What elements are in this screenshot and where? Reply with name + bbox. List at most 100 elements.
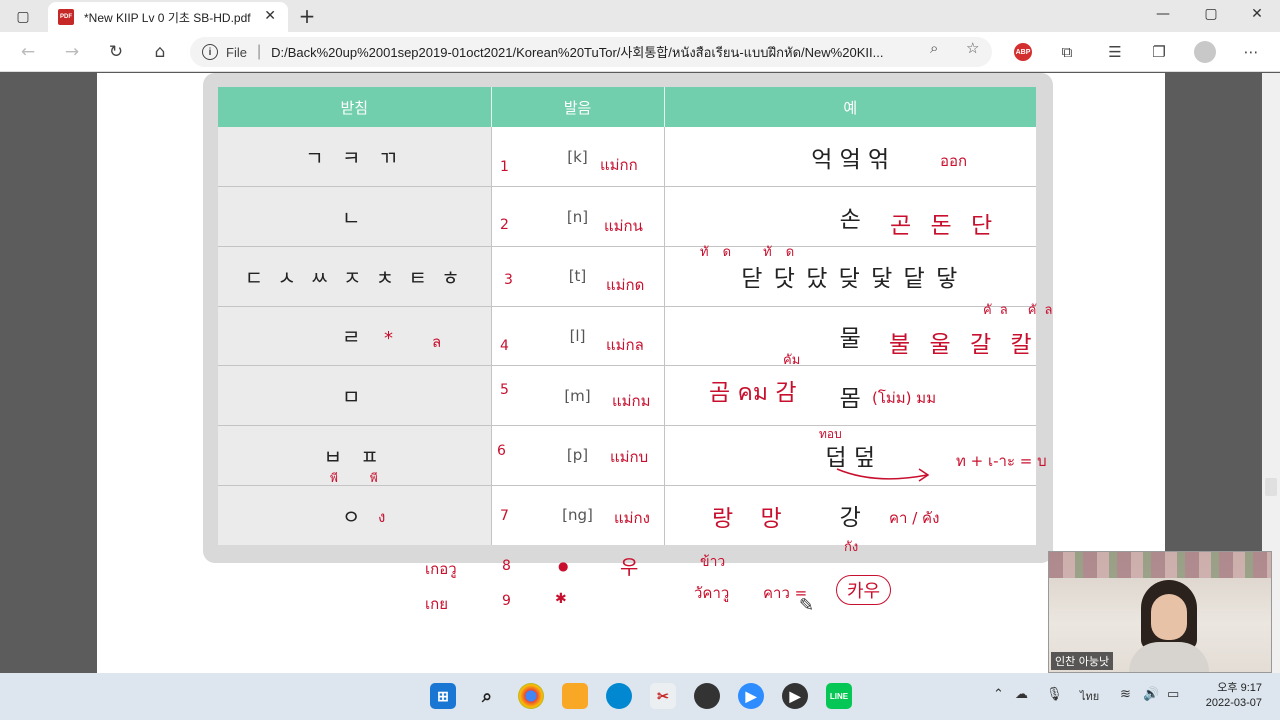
annotation-number: 5 xyxy=(500,382,509,398)
taskbar: ⊞ ⌕ ✂ ▶ ▶ LINE ⌃ ☁ 🎙 ไทย ≋ 🔊 ▭ 오후 9:17 2… xyxy=(0,673,1280,720)
annotation-row7-below: กัง xyxy=(844,540,859,555)
annotation-row5-left: 곰 คม 감 xyxy=(709,380,797,406)
annotation-number: 7 xyxy=(500,508,509,524)
annotation-row4-top: คัล คัล xyxy=(983,303,1061,318)
annotation-row2: 곤 돈 단 xyxy=(890,213,999,239)
info-icon[interactable]: i xyxy=(202,44,218,60)
annotation-number: 9 xyxy=(502,593,511,609)
annotation-maekot: แม่กล xyxy=(606,336,644,354)
zoom-app-icon[interactable]: ▶ xyxy=(738,683,764,709)
annotation-number: 1 xyxy=(500,159,509,175)
annotation-maekot: แม่กก xyxy=(600,156,638,174)
media-player-icon[interactable]: ▶ xyxy=(782,683,808,709)
battery-icon[interactable]: ▭ xyxy=(1167,687,1179,702)
webcam-label: 인찬 아눙낫 xyxy=(1051,652,1114,670)
final-cell: ㄱ ㅋ ㄲ xyxy=(218,127,492,188)
browser-toolbar: ← → ↻ ⌂ i File | D:/Back%20up%2001sep201… xyxy=(0,32,1280,72)
annotation-dot: ● xyxy=(558,559,569,573)
language-indicator[interactable]: ไทย xyxy=(1080,687,1099,705)
refresh-icon[interactable]: ↻ xyxy=(104,40,128,64)
microphone-icon[interactable]: 🎙 xyxy=(1046,687,1063,702)
annotation-row3-top: ทัด ทัด xyxy=(700,245,809,260)
tab-actions-icon[interactable]: ▢ xyxy=(12,6,34,28)
webcam-person xyxy=(1129,580,1209,672)
maximize-icon[interactable]: ▢ xyxy=(1196,6,1226,22)
edge-icon[interactable] xyxy=(606,683,632,709)
annotation-maekot: แม่กด xyxy=(606,276,645,294)
header-example: 예 xyxy=(664,87,1036,127)
snipping-tool-icon[interactable]: ✂ xyxy=(650,683,676,709)
annotation-dot: ✱ xyxy=(555,591,567,607)
annotation-number: 8 xyxy=(502,558,511,574)
back-icon[interactable]: ← xyxy=(16,40,40,64)
webcam-background xyxy=(1049,552,1271,578)
annotation-bottom: เกอวู xyxy=(425,560,457,578)
final-cell: ㅁ xyxy=(218,365,492,426)
header-pronunciation: 발음 xyxy=(491,87,665,127)
pdf-page: 받침 발음 예 ㄱ ㅋ ㄲ [k] 억 엌 얶 ㄴ [n] 손 ㄷ ㅅ ㅆ ㅈ … xyxy=(97,73,1165,673)
home-icon[interactable]: ⌂ xyxy=(148,40,172,64)
obs-icon[interactable] xyxy=(694,683,720,709)
pron-cell: [k] xyxy=(491,127,665,188)
pen-cursor-icon: ✎ xyxy=(799,595,815,616)
annotation-number: 2 xyxy=(500,217,509,233)
clock[interactable]: 오후 9:17 2022-03-07 xyxy=(1206,681,1262,711)
clock-time: 오후 9:17 xyxy=(1217,682,1262,694)
title-bar: ▢ PDF *New KIIP Lv 0 기초 SB-HD.pdf ✕ + — … xyxy=(0,0,1280,32)
favorite-star-icon[interactable]: ☆ xyxy=(966,39,979,57)
active-tab[interactable]: PDF *New KIIP Lv 0 기초 SB-HD.pdf ✕ xyxy=(48,2,288,32)
annotation-row6-below: พี พี xyxy=(330,471,392,485)
annotation-row4: 불 울 갈 칼 xyxy=(889,332,1038,358)
profile-avatar[interactable] xyxy=(1194,41,1216,63)
annotation-row7-final: ง xyxy=(378,508,386,526)
favorites-icon[interactable]: ☰ xyxy=(1104,41,1126,63)
final-cell: ㄷ ㅅ ㅆ ㅈ ㅊ ㅌ ㅎ xyxy=(218,246,492,307)
annotation-row6-right: ท + เ-าะ = บ xyxy=(956,452,1047,470)
address-separator: | xyxy=(256,43,262,60)
forward-icon[interactable]: → xyxy=(60,40,84,64)
annotation-bottom: เกย xyxy=(425,595,448,613)
annotation-maekot: แม่กน xyxy=(604,217,643,235)
more-menu-icon[interactable]: ⋯ xyxy=(1240,41,1262,63)
search-icon[interactable]: ⌕ xyxy=(474,683,500,709)
volume-icon[interactable]: 🔊 xyxy=(1143,687,1159,702)
annotation-number: 3 xyxy=(504,272,513,288)
annotation-row7-left: 랑 망 xyxy=(712,506,792,532)
annotation-maekot: แม่กบ xyxy=(610,448,649,466)
new-tab-icon[interactable]: + xyxy=(296,4,318,28)
adblock-icon[interactable]: ABP xyxy=(1014,43,1032,61)
annotation-row4-letter: ล xyxy=(432,333,442,351)
annotation-row5-right: (โม่ม) มม xyxy=(872,389,937,407)
scrollbar-thumb[interactable] xyxy=(1265,478,1277,496)
annotation-row6-top: ทอบ xyxy=(819,427,842,441)
pdf-icon: PDF xyxy=(58,9,74,25)
annotation-row5-top: คัม xyxy=(783,353,801,368)
extensions-icon[interactable]: ⧉ xyxy=(1056,41,1078,63)
wifi-icon[interactable]: ≋ xyxy=(1120,687,1131,702)
chrome-icon[interactable] xyxy=(518,683,544,709)
start-icon[interactable]: ⊞ xyxy=(430,683,456,709)
annotation-bottom: ข้าว xyxy=(700,554,726,570)
minimize-icon[interactable]: — xyxy=(1148,6,1178,22)
url-text[interactable]: D:/Back%20up%2001sep2019-01oct2021/Korea… xyxy=(271,42,911,63)
close-window-icon[interactable]: ✕ xyxy=(1242,6,1272,22)
clock-date: 2022-03-07 xyxy=(1205,697,1262,709)
header-final: 받침 xyxy=(218,87,492,127)
annotation-circled: 카우 xyxy=(836,575,892,605)
arrow-annotation-icon xyxy=(836,468,930,482)
address-bar[interactable]: i File | D:/Back%20up%2001sep2019-01oct2… xyxy=(190,37,992,67)
zoom-icon[interactable]: ⌕ xyxy=(930,39,938,57)
line-app-icon[interactable]: LINE xyxy=(826,683,852,709)
tray-chevron-icon[interactable]: ⌃ xyxy=(993,687,1004,702)
annotation-number: 4 xyxy=(500,338,509,354)
cloud-icon[interactable]: ☁ xyxy=(1015,687,1028,702)
file-explorer-icon[interactable] xyxy=(562,683,588,709)
annotation-row1: ออก xyxy=(940,152,968,170)
annotation-maekot: แม่กง xyxy=(614,509,650,527)
final-cell: ㄴ xyxy=(218,186,492,247)
close-tab-icon[interactable]: ✕ xyxy=(264,8,276,24)
collections-icon[interactable]: ❐ xyxy=(1148,41,1170,63)
annotation-maekot: แม่กม xyxy=(612,392,651,410)
tab-title: *New KIIP Lv 0 기초 SB-HD.pdf xyxy=(84,10,251,25)
webcam-overlay: 인찬 아눙낫 xyxy=(1048,551,1272,673)
